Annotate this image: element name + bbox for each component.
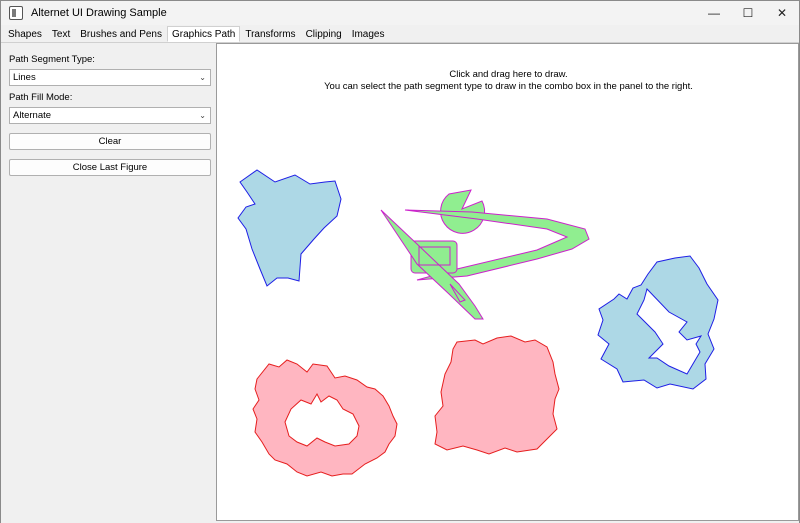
drawing-surface bbox=[237, 169, 719, 477]
tab-text[interactable]: Text bbox=[47, 26, 75, 42]
segment-type-value: Lines bbox=[13, 72, 36, 83]
tab-clipping[interactable]: Clipping bbox=[301, 26, 347, 42]
minimize-icon[interactable]: — bbox=[697, 1, 731, 25]
blue-shape-1 bbox=[237, 169, 342, 287]
tab-brushes-and-pens[interactable]: Brushes and Pens bbox=[75, 26, 167, 42]
green-shapes bbox=[380, 189, 590, 320]
window-controls: — ☐ ✕ bbox=[697, 1, 799, 25]
fill-mode-value: Alternate bbox=[13, 110, 52, 121]
fill-mode-select[interactable]: Alternate ⌄ bbox=[9, 107, 211, 124]
segment-type-select[interactable]: Lines ⌄ bbox=[9, 69, 211, 86]
chevron-down-icon: ⌄ bbox=[199, 73, 206, 82]
chevron-down-icon: ⌄ bbox=[199, 111, 206, 120]
tab-images[interactable]: Images bbox=[347, 26, 390, 42]
pink-shape-1 bbox=[252, 359, 398, 477]
app-icon bbox=[9, 6, 23, 20]
tab-shapes[interactable]: Shapes bbox=[3, 26, 47, 42]
clear-button[interactable]: Clear bbox=[9, 133, 211, 150]
tab-strip: Shapes Text Brushes and Pens Graphics Pa… bbox=[3, 26, 390, 42]
tab-transforms[interactable]: Transforms bbox=[240, 26, 300, 42]
close-icon[interactable]: ✕ bbox=[765, 1, 799, 25]
settings-panel: Path Segment Type: Lines ⌄ Path Fill Mod… bbox=[9, 53, 211, 176]
maximize-icon[interactable]: ☐ bbox=[731, 1, 765, 25]
tab-graphics-path[interactable]: Graphics Path bbox=[166, 26, 241, 42]
fill-mode-label: Path Fill Mode: bbox=[9, 92, 73, 103]
title-bar[interactable]: Alternet UI Drawing Sample — ☐ ✕ bbox=[1, 1, 799, 25]
window-title: Alternet UI Drawing Sample bbox=[31, 7, 167, 19]
pink-shape-2 bbox=[434, 335, 560, 455]
drawing-canvas[interactable]: Click and drag here to draw. You can sel… bbox=[216, 43, 799, 521]
close-last-figure-button[interactable]: Close Last Figure bbox=[9, 159, 211, 176]
blue-shape-2 bbox=[597, 255, 719, 390]
segment-type-label: Path Segment Type: bbox=[9, 54, 95, 65]
app-window: Alternet UI Drawing Sample — ☐ ✕ Shapes … bbox=[0, 0, 800, 523]
tab-content: Path Segment Type: Lines ⌄ Path Fill Mod… bbox=[1, 42, 799, 523]
